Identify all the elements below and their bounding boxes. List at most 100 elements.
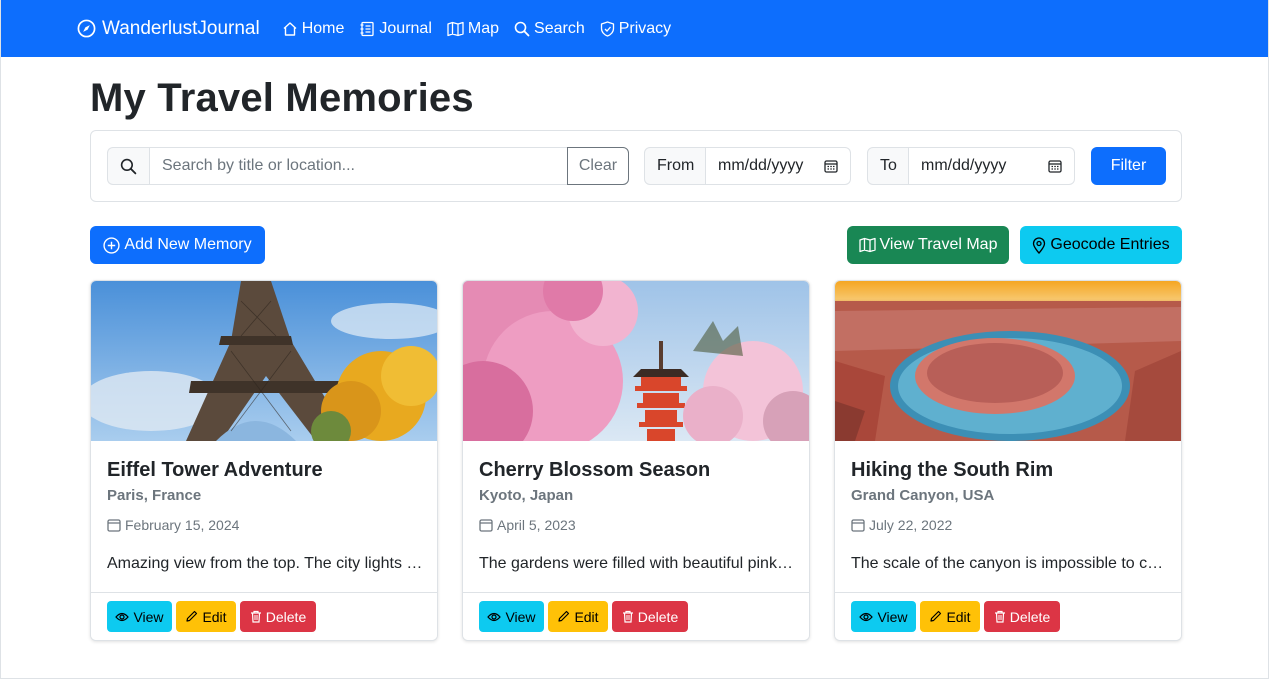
card-title: Eiffel Tower Adventure bbox=[107, 459, 323, 481]
card-image[interactable] bbox=[463, 281, 809, 461]
card-date-text: February 15, 2024 bbox=[125, 517, 240, 533]
card-title: Cherry Blossom Season bbox=[479, 459, 711, 481]
from-date-placeholder: mm/dd/yyyy bbox=[718, 157, 804, 174]
nav-item-label: Home bbox=[301, 19, 345, 37]
delete-button[interactable]: Delete bbox=[612, 601, 688, 632]
filter-button[interactable]: Filter bbox=[1091, 147, 1166, 185]
nav-item-label: Journal bbox=[379, 19, 432, 37]
page: WanderlustJournal Home Journal Map Searc… bbox=[0, 0, 1269, 679]
nav-item-home[interactable]: Home bbox=[282, 19, 345, 38]
cherry-blossom-pagoda-photo bbox=[463, 281, 809, 461]
pencil-icon bbox=[929, 610, 946, 623]
card-date: April 5, 2023 bbox=[479, 517, 576, 533]
edit-label: Edit bbox=[946, 608, 971, 625]
navbar: WanderlustJournal Home Journal Map Searc… bbox=[1, 0, 1268, 57]
card-date-text: July 22, 2022 bbox=[869, 517, 953, 533]
view-label: View bbox=[505, 608, 536, 625]
memory-card: Hiking the South Rim Grand Canyon, USA J… bbox=[834, 280, 1182, 641]
calendar-icon[interactable] bbox=[824, 159, 838, 173]
edit-label: Edit bbox=[202, 608, 227, 625]
search-addon bbox=[107, 147, 149, 185]
trash-icon bbox=[994, 610, 1010, 623]
card-footer: View Edit Delete bbox=[463, 592, 809, 640]
delete-label: Delete bbox=[637, 608, 679, 625]
calendar-icon bbox=[479, 518, 497, 532]
nav-item-map[interactable]: Map bbox=[447, 20, 499, 38]
brand-link[interactable]: WanderlustJournal bbox=[77, 18, 260, 40]
geocode-label: Geocode Entries bbox=[1050, 236, 1170, 253]
calendar-icon bbox=[107, 518, 125, 532]
memory-card: Eiffel Tower Adventure Paris, France Feb… bbox=[90, 280, 438, 641]
add-memory-button[interactable]: Add New Memory bbox=[90, 226, 265, 264]
card-title: Hiking the South Rim bbox=[851, 459, 1054, 481]
card-location: Paris, France bbox=[107, 487, 202, 504]
search-icon bbox=[514, 21, 534, 37]
delete-label: Delete bbox=[265, 608, 307, 625]
map-icon bbox=[858, 237, 880, 253]
calendar-icon bbox=[851, 518, 869, 532]
clear-button[interactable]: Clear bbox=[567, 147, 629, 185]
nav-item-search[interactable]: Search bbox=[514, 20, 585, 38]
view-label: View bbox=[133, 608, 164, 625]
to-date-placeholder: mm/dd/yyyy bbox=[921, 157, 1007, 174]
geo-pin-icon bbox=[1032, 236, 1050, 254]
edit-button[interactable]: Edit bbox=[920, 601, 980, 632]
geocode-entries-button[interactable]: Geocode Entries bbox=[1020, 226, 1182, 264]
view-button[interactable]: View bbox=[107, 601, 172, 632]
nav-item-privacy[interactable]: Privacy bbox=[600, 20, 671, 38]
house-icon bbox=[282, 21, 302, 37]
shield-icon bbox=[600, 20, 619, 37]
view-button[interactable]: View bbox=[851, 601, 916, 632]
memory-card: Cherry Blossom Season Kyoto, Japan April… bbox=[462, 280, 810, 641]
view-label: View bbox=[877, 608, 908, 625]
card-date: July 22, 2022 bbox=[851, 517, 952, 533]
card-description: The scale of the canyon is impossible to… bbox=[851, 555, 1167, 572]
filter-card: Clear From mm/dd/yyyy To mm/dd/yyyy Filt… bbox=[90, 130, 1182, 202]
card-footer: View Edit Delete bbox=[835, 592, 1181, 640]
card-description: The gardens were filled with beautiful p… bbox=[479, 555, 795, 572]
eye-icon bbox=[859, 611, 877, 623]
pencil-icon bbox=[185, 610, 202, 623]
edit-label: Edit bbox=[574, 608, 599, 625]
add-memory-label: Add New Memory bbox=[124, 236, 252, 253]
card-location: Kyoto, Japan bbox=[479, 487, 574, 504]
nav-item-label: Search bbox=[534, 19, 585, 37]
horseshoe-bend-canyon-photo bbox=[835, 281, 1181, 441]
edit-button[interactable]: Edit bbox=[176, 601, 236, 632]
search-group: Clear bbox=[107, 147, 629, 186]
view-button[interactable]: View bbox=[479, 601, 544, 632]
view-travel-map-button[interactable]: View Travel Map bbox=[847, 226, 1009, 264]
delete-label: Delete bbox=[1009, 608, 1051, 625]
compass-icon bbox=[77, 19, 102, 38]
from-date-input[interactable]: mm/dd/yyyy bbox=[706, 147, 851, 185]
to-date-group: To mm/dd/yyyy bbox=[867, 147, 1075, 185]
edit-button[interactable]: Edit bbox=[548, 601, 608, 632]
trash-icon bbox=[622, 610, 638, 623]
calendar-icon[interactable] bbox=[1048, 159, 1062, 173]
card-date: February 15, 2024 bbox=[107, 517, 239, 533]
card-location: Grand Canyon, USA bbox=[851, 487, 995, 504]
eye-icon bbox=[487, 611, 505, 623]
from-date-group: From mm/dd/yyyy bbox=[644, 147, 851, 185]
pencil-icon bbox=[557, 610, 574, 623]
nav-item-journal[interactable]: Journal bbox=[359, 19, 432, 38]
card-image[interactable] bbox=[91, 281, 437, 451]
card-footer: View Edit Delete bbox=[91, 592, 437, 640]
delete-button[interactable]: Delete bbox=[240, 601, 316, 632]
page-title: My Travel Memories bbox=[90, 76, 474, 120]
eye-icon bbox=[115, 611, 133, 623]
card-date-text: April 5, 2023 bbox=[497, 517, 576, 533]
nav-item-label: Map bbox=[467, 19, 500, 37]
search-input[interactable] bbox=[149, 147, 567, 185]
to-date-input[interactable]: mm/dd/yyyy bbox=[909, 147, 1075, 185]
brand-text: WanderlustJournal bbox=[102, 17, 260, 39]
search-icon bbox=[120, 158, 137, 175]
delete-button[interactable]: Delete bbox=[984, 601, 1060, 632]
card-image[interactable] bbox=[835, 281, 1181, 441]
map-icon bbox=[447, 21, 468, 37]
view-map-label: View Travel Map bbox=[879, 236, 998, 253]
journal-icon bbox=[359, 21, 379, 37]
nav-item-label: Privacy bbox=[618, 19, 672, 37]
eiffel-tower-photo bbox=[91, 281, 437, 451]
to-label: To bbox=[867, 147, 909, 185]
